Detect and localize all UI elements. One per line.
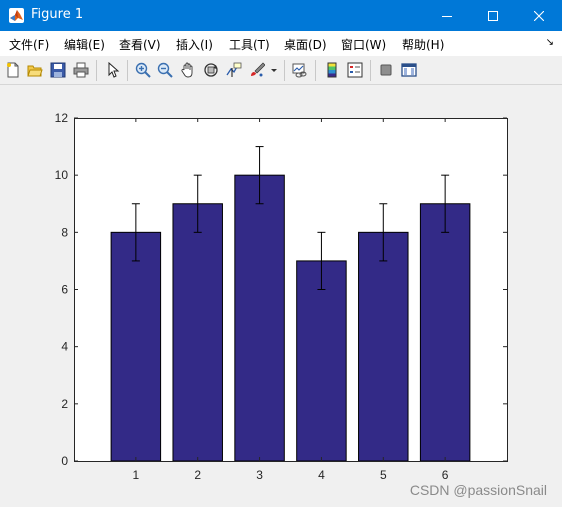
bar-2[interactable] [172,203,223,462]
close-icon [534,10,544,21]
new-figure-icon[interactable] [4,61,22,79]
menu-insert[interactable]: 插入(I) [176,36,213,53]
menu-tools[interactable]: 工具(T) [229,36,270,53]
y-tick-label: 12 [55,111,69,125]
bar-4[interactable] [296,260,347,462]
pointer-icon[interactable] [104,61,122,79]
zoom-in-icon[interactable] [134,61,152,79]
x-tick-label: 4 [318,468,325,482]
toolbar-separator [370,60,371,81]
open-file-icon[interactable] [26,61,44,79]
y-tick-label: 2 [61,397,68,411]
menu-overflow-icon[interactable]: ↘ [546,37,554,48]
toolbar-separator [284,60,285,81]
menu-window[interactable]: 窗口(W) [341,36,386,53]
save-icon[interactable] [49,61,67,79]
hide-plot-tools-icon[interactable] [377,61,395,79]
bar-chart[interactable]: 024681012 123456 [1,86,561,506]
figure-window: Figure 1 文件(F) 编辑(E) 查看(V) 插入(I) 工具(T) 桌… [0,0,562,507]
bar-5[interactable] [358,231,409,462]
title-bar[interactable]: Figure 1 [0,0,562,31]
y-tick-label: 8 [61,225,68,239]
close-button[interactable] [516,0,562,31]
figure-canvas[interactable]: 0 2 4 6 8 10 12 123456 CSDN @passionSnail [1,86,561,506]
bar-1[interactable] [110,231,162,462]
toolbar-separator [127,60,128,81]
x-tick-label: 2 [194,468,201,482]
colorbar-icon[interactable] [323,61,341,79]
toolbar [0,56,562,85]
menu-desktop[interactable]: 桌面(D) [284,36,327,53]
menu-help[interactable]: 帮助(H) [402,36,444,53]
legend-icon[interactable] [346,61,364,79]
menu-edit[interactable]: 编辑(E) [64,36,105,53]
y-tick-label: 0 [61,454,68,468]
minimize-icon [442,15,452,17]
bar-6[interactable] [419,203,471,462]
y-tick-label: 4 [61,340,68,354]
maximize-button[interactable] [470,0,516,31]
pan-hand-icon[interactable] [179,61,197,79]
toolbar-separator [315,60,316,81]
toolbar-separator [96,60,97,81]
print-icon[interactable] [72,61,90,79]
brush-dropdown-icon[interactable] [268,61,280,79]
link-plot-icon[interactable] [291,61,309,79]
watermark: CSDN @passionSnail [409,482,547,498]
window-title: Figure 1 [31,7,84,22]
y-tick-label: 6 [61,283,68,297]
x-tick-label: 5 [380,468,387,482]
show-plot-tools-icon[interactable] [400,61,418,79]
brush-icon[interactable] [248,61,266,79]
x-tick-label: 1 [133,468,140,482]
data-cursor-icon[interactable] [225,61,243,79]
matlab-logo-icon [9,8,24,23]
x-tick-label: 3 [256,468,263,482]
menu-view[interactable]: 查看(V) [119,36,161,53]
y-tick-label: 10 [55,168,69,182]
minimize-button[interactable] [424,0,470,31]
menu-file[interactable]: 文件(F) [9,36,49,53]
x-tick-label: 6 [442,468,449,482]
menu-bar: 文件(F) 编辑(E) 查看(V) 插入(I) 工具(T) 桌面(D) 窗口(W… [0,31,562,56]
zoom-out-icon[interactable] [156,61,174,79]
maximize-icon [488,10,498,21]
bar-3[interactable] [234,174,285,462]
rotate-3d-icon[interactable] [202,61,220,79]
